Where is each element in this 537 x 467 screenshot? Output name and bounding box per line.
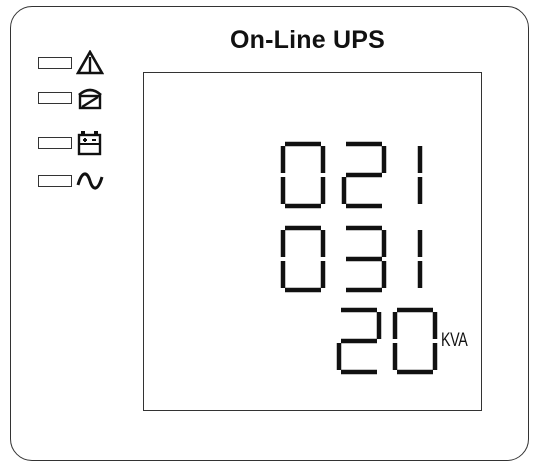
lcd-line3-digit-1 (336, 307, 382, 375)
lcd-segment-layer (280, 141, 438, 375)
unit-label: KVA (441, 330, 468, 351)
lcd-line1-digit-1 (280, 141, 326, 209)
lcd-line2-digit-1 (280, 225, 326, 293)
lcd-line2-digit-2 (346, 225, 387, 293)
lcd-line3-digit-2 (392, 307, 438, 375)
lcd-line1-digit-2 (341, 141, 387, 209)
